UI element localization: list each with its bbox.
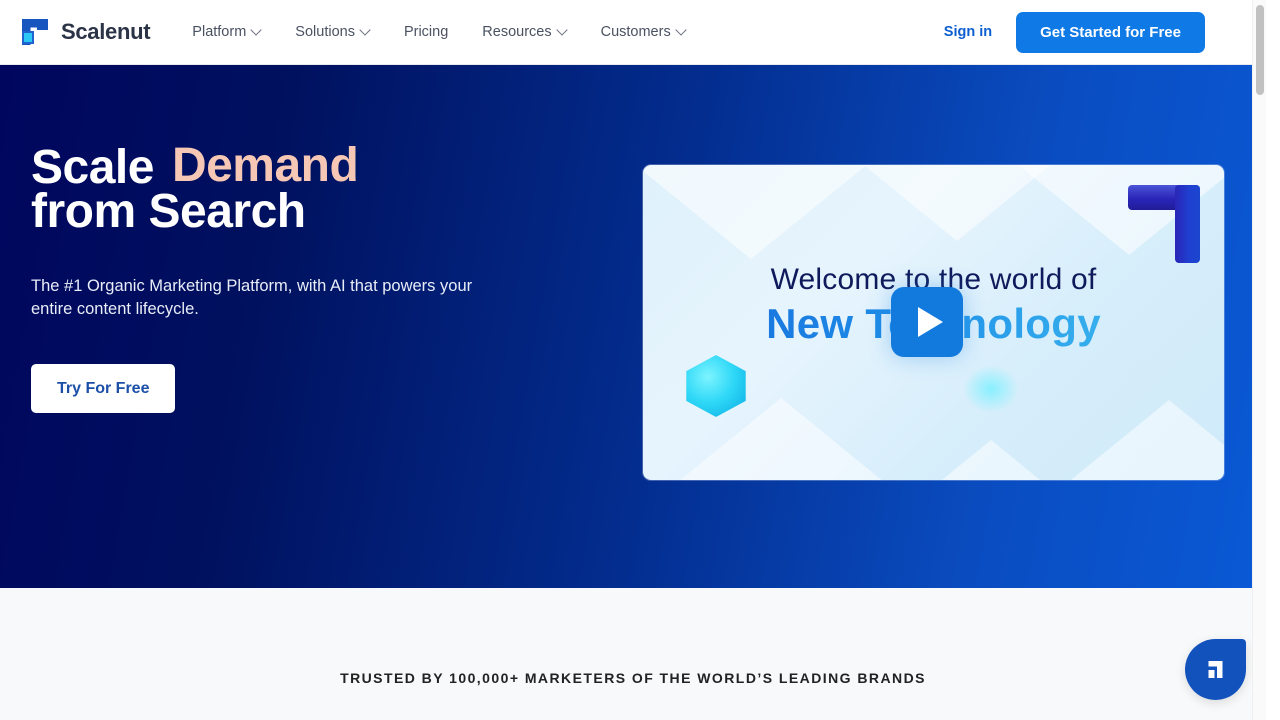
nav-item-solutions[interactable]: Solutions (295, 24, 370, 40)
glow-decoration (963, 365, 1019, 413)
decorative-triangle (643, 165, 869, 259)
hero-content: Scale Conversions Demand from Search The… (31, 125, 591, 414)
nav-label: Resources (482, 24, 552, 40)
site-header: Scalenut Platform Solutions Pricing Reso… (0, 0, 1266, 65)
headline-line-2: from Search (31, 185, 306, 238)
hero-subtitle: The #1 Organic Marketing Platform, with … (31, 276, 473, 318)
decorative-triangle (1061, 400, 1224, 480)
scalenut-logo-icon (20, 17, 50, 47)
brand-logo[interactable]: Scalenut (20, 17, 151, 47)
nav-item-customers[interactable]: Customers (601, 24, 686, 40)
nav-label: Customers (600, 24, 671, 40)
brand-name: Scalenut (61, 19, 151, 44)
play-icon (917, 307, 943, 337)
play-button[interactable] (891, 287, 963, 357)
sign-in-link[interactable]: Sign in (944, 24, 992, 40)
chat-widget-button[interactable] (1185, 639, 1246, 700)
nav-item-pricing[interactable]: Pricing (404, 24, 448, 40)
try-for-free-button[interactable]: Try For Free (31, 364, 176, 414)
header-actions: Sign in Get Started for Free (944, 11, 1205, 53)
chevron-down-icon (361, 26, 370, 35)
page-root: Scalenut Platform Solutions Pricing Reso… (0, 0, 1266, 720)
hero-section: Scale Conversions Demand from Search The… (0, 65, 1266, 588)
scalenut-chat-logo-icon (1202, 656, 1229, 683)
get-started-button[interactable]: Get Started for Free (1016, 11, 1205, 53)
page-scrollbar[interactable] (1252, 0, 1266, 720)
rotating-word-current: Demand (171, 139, 359, 183)
rotating-word-carousel: Conversions Demand (172, 125, 502, 183)
nav-label: Solutions (295, 24, 355, 40)
nav-item-platform[interactable]: Platform (192, 24, 261, 40)
nav-label: Platform (192, 24, 247, 40)
chevron-down-icon (677, 26, 686, 35)
hero-video-thumbnail[interactable]: Welcome to the world of New Technology (643, 165, 1224, 480)
scalenut-3d-logo-icon (1128, 185, 1200, 263)
nav-item-resources[interactable]: Resources (482, 24, 566, 40)
trusted-by-section: TRUSTED BY 100,000+ MARKETERS OF THE WOR… (0, 588, 1266, 720)
headline-line-1: Scale Conversions Demand (31, 125, 591, 194)
page-title: Scale Conversions Demand from Search (31, 125, 591, 239)
scrollbar-thumb[interactable] (1256, 5, 1264, 95)
chevron-down-icon (252, 26, 261, 35)
rotating-word-previous: Conversions (172, 125, 502, 136)
main-navigation: Platform Solutions Pricing Resources Cus… (192, 24, 685, 40)
chevron-down-icon (558, 26, 567, 35)
trusted-by-text: TRUSTED BY 100,000+ MARKETERS OF THE WOR… (340, 670, 926, 686)
nav-label: Pricing (403, 24, 449, 40)
